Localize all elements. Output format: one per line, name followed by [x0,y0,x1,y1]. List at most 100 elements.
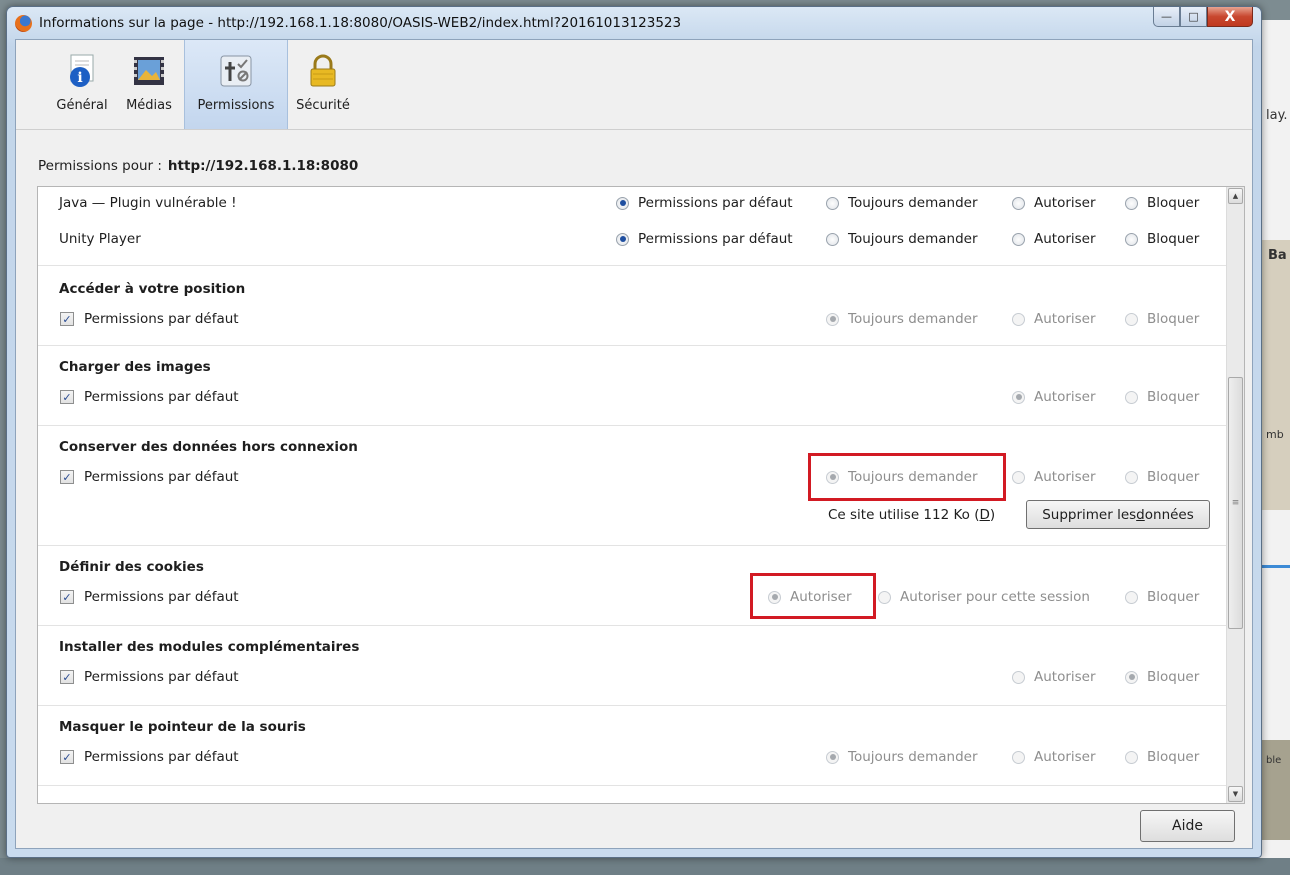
radio-icon [1012,470,1025,484]
scroll-down-icon[interactable]: ▼ [1228,786,1243,802]
default-checkbox[interactable]: ✓ [60,670,74,684]
checkbox-label: Permissions par défaut [84,469,239,485]
radio-bloquer[interactable]: Bloquer [1125,749,1199,765]
scroll-thumb[interactable]: ≡ [1228,377,1243,629]
radio-bloquer[interactable]: Bloquer [1125,589,1199,605]
title-bar[interactable]: Informations sur la page - http://192.16… [7,7,1261,39]
checkbox-label: Permissions par défaut [84,749,239,765]
window-title: Informations sur la page - http://192.16… [39,15,682,31]
permissions-host: http://192.168.1.18:8080 [167,158,359,174]
radio-label: Autoriser [1034,749,1096,765]
usage-accesskey: D [979,507,990,523]
section-title: Installer des modules complémentaires [59,639,360,655]
radio-icon [1012,232,1025,246]
radio-label: Autoriser [1034,469,1096,485]
radio-bloquer[interactable]: Bloquer [1125,469,1199,485]
radio-bloquer[interactable]: Bloquer [1125,311,1199,327]
vertical-scrollbar[interactable]: ▲ ≡ ▼ [1226,187,1244,803]
radio-label: Toujours demander [848,195,978,211]
tab-general[interactable]: i Général [50,40,114,129]
highlight-box [808,453,1006,501]
section-pointer: Masquer le pointeur de la souris ✓ Permi… [38,705,1228,785]
scroll-up-icon[interactable]: ▲ [1228,188,1243,204]
radio-label: Bloquer [1147,469,1200,485]
tab-medias[interactable]: Médias [117,40,181,129]
permissions-for-label: Permissions pour : [38,158,162,174]
radio-icon [826,750,839,764]
clear-data-button[interactable]: Supprimer les d onnées [1026,500,1210,529]
radio-icon [1012,312,1025,326]
radio-bloquer[interactable]: Bloquer [1125,195,1199,211]
radio-icon [616,232,629,246]
radio-icon [878,590,891,604]
plugin-name: Java — Plugin vulnérable ! [59,195,237,211]
radio-toujours-demander[interactable]: Toujours demander [826,231,978,247]
permissions-list[interactable]: Java — Plugin vulnérable ! Permissions p… [37,186,1245,804]
default-checkbox[interactable]: ✓ [60,750,74,764]
radio-permissions-par-defaut[interactable]: Permissions par défaut [616,231,793,247]
radio-label: Autoriser [1034,231,1096,247]
radio-icon [1012,390,1025,404]
background-text: lay. [1266,108,1288,123]
checkbox-label: Permissions par défaut [84,311,239,327]
button-label: onnées [1144,506,1194,523]
default-checkbox[interactable]: ✓ [60,390,74,404]
radio-icon [1012,670,1025,684]
background-text: Ba [1268,248,1287,263]
radio-autoriser[interactable]: Autoriser [1012,231,1096,247]
section-title: Définir des cookies [59,559,204,575]
help-button[interactable]: Aide [1140,810,1235,842]
radio-toujours-demander[interactable]: Toujours demander [826,749,978,765]
section-title: Charger des images [59,359,211,375]
radio-autoriser[interactable]: Autoriser [1012,389,1096,405]
radio-label: Bloquer [1147,389,1200,405]
radio-label: Bloquer [1147,231,1200,247]
media-icon [132,54,166,88]
plugin-name: Unity Player [59,231,141,247]
radio-icon [826,196,839,210]
checkbox-label: Permissions par défaut [84,389,239,405]
page-info-dialog: Informations sur la page - http://192.16… [6,6,1262,858]
maximize-button[interactable]: □ [1180,7,1207,27]
usage-text: Ce site utilise 112 Ko ( [828,507,980,523]
radio-toujours-demander[interactable]: Toujours demander [826,195,978,211]
default-checkbox[interactable]: ✓ [60,470,74,484]
radio-label: Bloquer [1147,669,1200,685]
radio-icon [616,196,629,210]
radio-autoriser[interactable]: Autoriser [1012,195,1096,211]
radio-icon [826,312,839,326]
divider [38,785,1228,786]
section-title: Conserver des données hors connexion [59,439,358,455]
button-label: Supprimer les [1042,506,1137,523]
radio-toujours-demander[interactable]: Toujours demander [826,311,978,327]
button-accesskey: d [1136,506,1145,523]
radio-label: Toujours demander [848,749,978,765]
radio-bloquer[interactable]: Bloquer [1125,231,1199,247]
tab-label: Sécurité [296,98,350,113]
minimize-button[interactable]: — [1153,7,1180,27]
radio-autoriser[interactable]: Autoriser [1012,311,1096,327]
radio-autoriser[interactable]: Autoriser [1012,749,1096,765]
radio-label: Bloquer [1147,195,1200,211]
tab-permissions[interactable]: Permissions [184,40,288,129]
lock-icon [306,54,340,88]
default-checkbox[interactable]: ✓ [60,312,74,326]
close-button[interactable]: X [1207,7,1253,27]
radio-autoriser[interactable]: Autoriser [1012,669,1096,685]
background-accent-line [1262,565,1290,568]
radio-icon [1125,750,1138,764]
default-checkbox[interactable]: ✓ [60,590,74,604]
radio-icon [826,232,839,246]
radio-icon [1125,670,1138,684]
radio-bloquer[interactable]: Bloquer [1125,389,1199,405]
tab-securite[interactable]: Sécurité [291,40,355,129]
radio-autoriser[interactable]: Autoriser [1012,469,1096,485]
checkbox-label: Permissions par défaut [84,669,239,685]
radio-bloquer[interactable]: Bloquer [1125,669,1199,685]
radio-permissions-par-defaut[interactable]: Permissions par défaut [616,195,793,211]
radio-autoriser-session[interactable]: Autoriser pour cette session [878,589,1090,605]
svg-text:i: i [77,70,82,86]
radio-icon [1125,390,1138,404]
permissions-icon [219,54,253,88]
radio-label: Autoriser [1034,669,1096,685]
